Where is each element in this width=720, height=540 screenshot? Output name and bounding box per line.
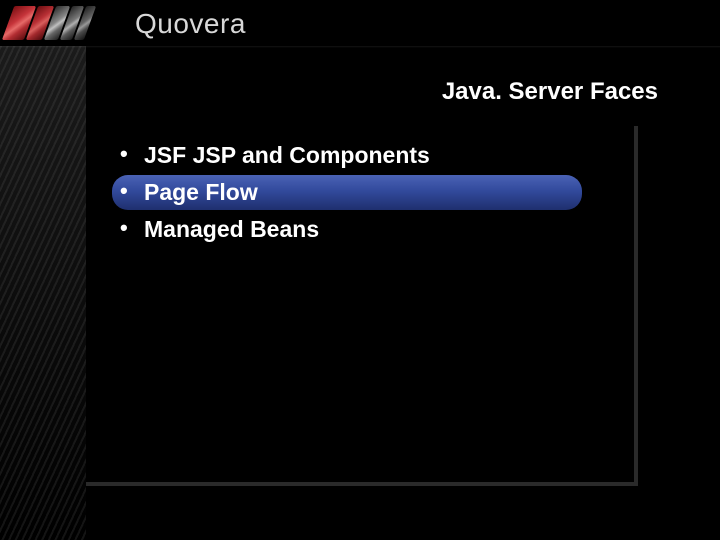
header-divider — [0, 46, 720, 48]
slide: Quovera Java. Server Faces JSF JSP and C… — [0, 0, 720, 540]
brand-logo-text: Quovera — [135, 8, 246, 40]
bullet-item-highlighted: Page Flow — [112, 175, 582, 210]
bullet-list: JSF JSP and Components Page Flow Managed… — [112, 138, 632, 249]
header-bar: Quovera — [0, 0, 720, 50]
slide-title: Java. Server Faces — [442, 78, 658, 106]
side-hatch-decoration — [0, 46, 86, 540]
bullet-item: Managed Beans — [112, 212, 632, 247]
logo-accent-stripes — [2, 6, 124, 40]
bullet-item: JSF JSP and Components — [112, 138, 632, 173]
